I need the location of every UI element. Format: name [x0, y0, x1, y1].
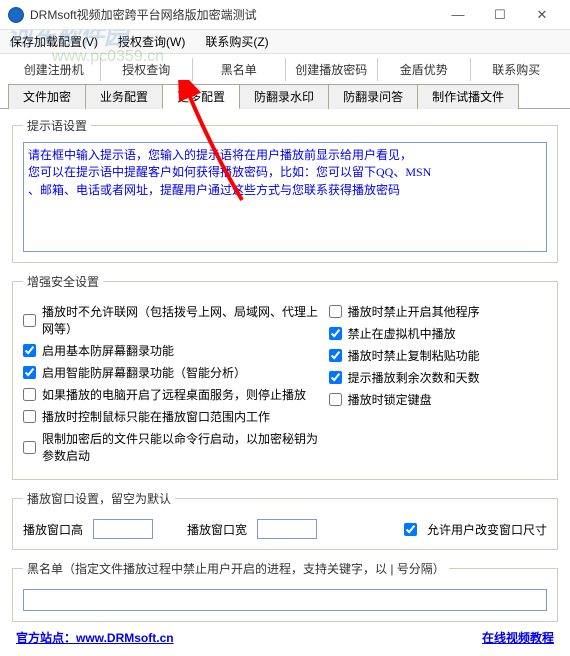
lbl-remote-desktop[interactable]: 如果播放的电脑开启了远程桌面服务，则停止播放: [42, 386, 306, 403]
menu-save-config[interactable]: 保存加载配置(V): [6, 31, 102, 52]
chk-basic-antirecord[interactable]: [23, 344, 36, 357]
link-official-site-url[interactable]: www.DRMsoft.cn: [76, 631, 174, 645]
chk-remote-desktop[interactable]: [23, 388, 36, 401]
chk-block-other-progs[interactable]: [329, 305, 342, 318]
blacklist-legend: 黑名单（指定文件播放过程中禁止用户开启的进程，支持关键字，以 | 号分隔）: [23, 560, 449, 577]
lbl-lock-keyboard[interactable]: 播放时锁定键盘: [348, 391, 432, 408]
chk-lock-keyboard[interactable]: [329, 393, 342, 406]
tb-create-play-pwd[interactable]: 创建播放密码: [286, 58, 379, 81]
lbl-height: 播放窗口高: [23, 521, 83, 538]
lbl-smart-antirecord[interactable]: 启用智能防屏幕翻录功能（智能分析）: [42, 364, 246, 381]
window-title: DRMsoft视频加密跨平台网络版加密端测试: [30, 6, 438, 23]
tb-blacklist[interactable]: 黑名单: [193, 58, 286, 81]
lbl-no-vm[interactable]: 禁止在虚拟机中播放: [348, 325, 456, 342]
tb-advantage[interactable]: 金盾优势: [378, 58, 471, 81]
link-official-site-label[interactable]: 官方站点：: [16, 631, 76, 645]
tab-anti-record-qa[interactable]: 防翻录问答: [328, 84, 418, 109]
app-icon: [8, 7, 24, 23]
blacklist-group: 黑名单（指定文件播放过程中禁止用户开启的进程，支持关键字，以 | 号分隔）: [12, 560, 558, 622]
tb-create-regkey[interactable]: 创建注册机: [8, 58, 101, 81]
security-group: 增强安全设置 播放时不允许联网（包括拨号上网、局域网、代理上网等） 启用基本防屏…: [12, 273, 558, 480]
tab-business-config[interactable]: 业务配置: [85, 84, 163, 109]
lbl-width: 播放窗口宽: [187, 521, 247, 538]
security-legend: 增强安全设置: [23, 273, 103, 290]
titlebar: DRMsoft视频加密跨平台网络版加密端测试 — ☐ ✕: [0, 0, 570, 30]
lbl-no-clipboard[interactable]: 播放时禁止复制粘贴功能: [348, 347, 480, 364]
lbl-cmdline-only[interactable]: 限制加密后的文件只能以命令行启动，以加密秘钥为参数启动: [42, 430, 329, 464]
tb-contact-buy[interactable]: 联系购买: [471, 58, 563, 81]
chk-smart-antirecord[interactable]: [23, 366, 36, 379]
winsize-legend: 播放窗口设置，留空为默认: [23, 490, 175, 507]
tab-more-config[interactable]: 更多配置: [162, 84, 240, 109]
chk-no-network[interactable]: [23, 314, 36, 327]
chk-cmdline-only[interactable]: [23, 441, 36, 454]
tab-anti-record-watermark[interactable]: 防翻录水印: [239, 84, 329, 109]
winsize-group: 播放窗口设置，留空为默认 播放窗口高 播放窗口宽 允许用户改变窗口尺寸: [12, 490, 558, 550]
input-height[interactable]: [93, 519, 153, 539]
chk-no-clipboard[interactable]: [329, 349, 342, 362]
input-blacklist[interactable]: [23, 589, 547, 611]
hint-legend: 提示语设置: [23, 117, 91, 134]
tb-auth-query[interactable]: 授权查询: [101, 58, 194, 81]
chk-no-vm[interactable]: [329, 327, 342, 340]
lbl-show-remaining[interactable]: 提示播放剩余次数和天数: [348, 369, 480, 386]
tab-file-encrypt[interactable]: 文件加密: [8, 84, 86, 109]
lbl-mouse-limit[interactable]: 播放时控制鼠标只能在播放窗口范围内工作: [42, 408, 270, 425]
chk-mouse-limit[interactable]: [23, 410, 36, 423]
tab-content: 提示语设置 请在框中输入提示语，您输入的提示语将在用户播放前显示给用户看见， 您…: [0, 109, 570, 640]
maximize-button[interactable]: ☐: [480, 1, 520, 29]
menu-auth-query[interactable]: 授权查询(W): [114, 31, 189, 52]
lbl-basic-antirecord[interactable]: 启用基本防屏幕翻录功能: [42, 342, 174, 359]
link-tutorial[interactable]: 在线视频教程: [482, 629, 554, 646]
footer-site: 官方站点：www.DRMsoft.cn: [16, 629, 174, 646]
lbl-block-other-progs[interactable]: 播放时禁止开启其他程序: [348, 303, 480, 320]
tab-make-preview[interactable]: 制作试播文件: [417, 84, 519, 109]
close-button[interactable]: ✕: [522, 1, 562, 29]
lbl-allow-resize[interactable]: 允许用户改变窗口尺寸: [427, 521, 547, 538]
hint-text: 请在框中输入提示语，您输入的提示语将在用户播放前显示给用户看见， 您可以在提示语…: [28, 147, 542, 199]
hint-textarea[interactable]: 请在框中输入提示语，您输入的提示语将在用户播放前显示给用户看见， 您可以在提示语…: [23, 142, 547, 252]
menu-contact-buy[interactable]: 联系购买(Z): [201, 31, 272, 52]
chk-show-remaining[interactable]: [329, 371, 342, 384]
tabs: 文件加密 业务配置 更多配置 防翻录水印 防翻录问答 制作试播文件: [0, 83, 570, 109]
chk-allow-resize[interactable]: [404, 523, 417, 536]
toolbar: 创建注册机 授权查询 黑名单 创建播放密码 金盾优势 联系购买: [0, 54, 570, 83]
input-width[interactable]: [257, 519, 317, 539]
footer: 官方站点：www.DRMsoft.cn 在线视频教程: [0, 625, 570, 650]
menubar: 保存加载配置(V) 授权查询(W) 联系购买(Z): [0, 30, 570, 54]
lbl-no-network[interactable]: 播放时不允许联网（包括拨号上网、局域网、代理上网等）: [42, 303, 329, 337]
minimize-button[interactable]: —: [438, 1, 478, 29]
hint-group: 提示语设置 请在框中输入提示语，您输入的提示语将在用户播放前显示给用户看见， 您…: [12, 117, 558, 263]
